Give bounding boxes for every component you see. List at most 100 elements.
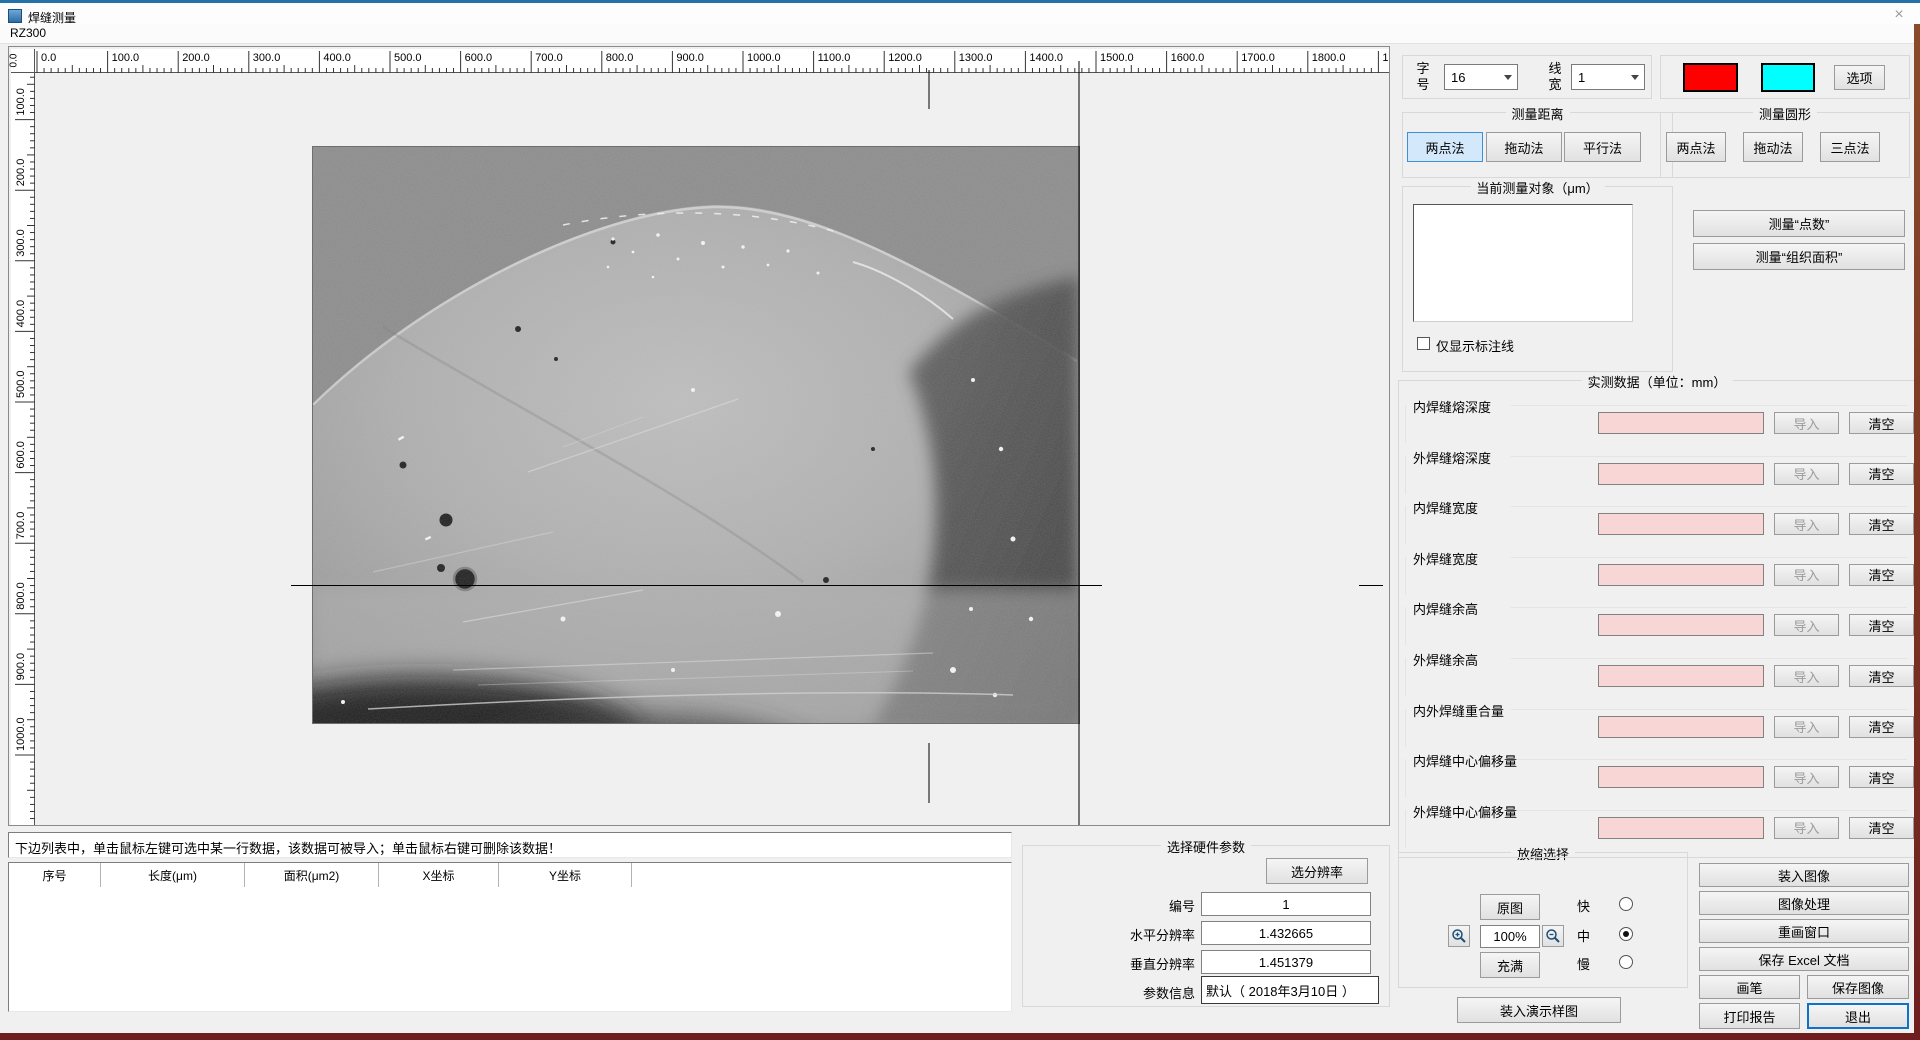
distance-two-point-button[interactable]: 两点法 [1407, 132, 1483, 162]
load-image-button[interactable]: 装入图像 [1699, 863, 1909, 887]
save-image-button[interactable]: 保存图像 [1807, 975, 1909, 999]
background-window-edge-bottom [0, 1033, 1920, 1040]
close-icon[interactable]: × [1886, 6, 1912, 24]
ruler-label: 200.0 [182, 52, 210, 64]
load-demo-button[interactable]: 装入演示样图 [1457, 997, 1621, 1023]
process-image-button[interactable]: 图像处理 [1699, 891, 1909, 915]
line-width-select[interactable]: 1 [1571, 64, 1645, 90]
line-width-value: 1 [1572, 70, 1626, 85]
distance-drag-button[interactable]: 拖动法 [1486, 132, 1562, 162]
import-button[interactable]: 导入 [1774, 766, 1839, 788]
hw-field-vres[interactable]: 1.451379 [1201, 950, 1371, 974]
import-button[interactable]: 导入 [1774, 513, 1839, 535]
ruler-label: 1000.0 [15, 717, 27, 751]
clear-button[interactable]: 清空 [1849, 564, 1914, 586]
measured-row-label: 外焊缝熔深度 [1413, 448, 1491, 467]
font-size-select[interactable]: 16 [1444, 64, 1518, 90]
circle-drag-button[interactable]: 拖动法 [1743, 132, 1803, 162]
hint-box: 下边列表中，单击鼠标左键可选中某一行数据，该数据可被导入；单击鼠标右键可删除该数… [8, 832, 1012, 858]
measured-row: 内焊缝余高导入清空 [1399, 599, 1915, 649]
clear-button[interactable]: 清空 [1849, 513, 1914, 535]
results-table-header: 序号长度(μm)面积(μm2)X坐标Y坐标 [9, 863, 1011, 887]
speed-label: 慢 [1577, 954, 1590, 973]
clear-button[interactable]: 清空 [1849, 766, 1914, 788]
import-button[interactable]: 导入 [1774, 817, 1839, 839]
column-header-3[interactable]: X坐标 [379, 863, 499, 887]
app-icon [8, 9, 22, 23]
options-button[interactable]: 选项 [1834, 65, 1885, 90]
measured-value-input[interactable] [1598, 412, 1764, 434]
measured-value-input[interactable] [1598, 564, 1764, 586]
hw-field-info[interactable]: 默认（ 2018年3月10日 ） [1201, 976, 1379, 1004]
distance-parallel-button[interactable]: 平行法 [1564, 132, 1641, 162]
hw-field-hres[interactable]: 1.432665 [1201, 921, 1371, 945]
import-button[interactable]: 导入 [1774, 716, 1839, 738]
secondary-color-swatch[interactable] [1761, 63, 1815, 92]
clear-button[interactable]: 清空 [1849, 665, 1914, 687]
hw-field-id[interactable]: 1 [1201, 892, 1371, 916]
circle-two-point-button[interactable]: 两点法 [1666, 132, 1726, 162]
fit-button[interactable]: 充满 [1480, 952, 1540, 978]
ruler-label: 1800.0 [1312, 52, 1346, 64]
chevron-down-icon [1499, 75, 1517, 80]
results-table[interactable]: 序号长度(μm)面积(μm2)X坐标Y坐标 [8, 862, 1012, 1012]
measured-row-label: 内焊缝宽度 [1413, 498, 1478, 517]
color-group: 选项 [1660, 55, 1910, 99]
weld-image[interactable] [313, 147, 1079, 723]
zoom-percent-field[interactable]: 100% [1480, 925, 1540, 948]
measured-value-input[interactable] [1598, 463, 1764, 485]
measured-row: 外焊缝熔深度导入清空 [1399, 448, 1915, 498]
ruler-label: 400.0 [323, 52, 351, 64]
save-excel-button[interactable]: 保存 Excel 文档 [1699, 947, 1909, 971]
measure-points-button[interactable]: 测量“点数” [1693, 210, 1905, 237]
import-button[interactable]: 导入 [1774, 412, 1839, 434]
measured-value-input[interactable] [1598, 817, 1764, 839]
column-header-1[interactable]: 长度(μm) [101, 863, 245, 887]
measure-area-button[interactable]: 测量“组织面积” [1693, 243, 1905, 270]
weld-image-graphic [313, 147, 1079, 723]
print-report-button[interactable]: 打印报告 [1699, 1003, 1800, 1029]
measured-value-input[interactable] [1598, 766, 1764, 788]
speed-radio[interactable] [1619, 955, 1633, 969]
measured-row: 内焊缝中心偏移量导入清空 [1399, 751, 1915, 801]
speed-radio[interactable] [1619, 927, 1633, 941]
clear-button[interactable]: 清空 [1849, 817, 1914, 839]
original-size-button[interactable]: 原图 [1480, 894, 1540, 920]
ruler-label: 200.0 [15, 159, 27, 187]
ruler-label: 1900.0 [1382, 52, 1389, 64]
clear-button[interactable]: 清空 [1849, 614, 1914, 636]
measured-value-input[interactable] [1598, 665, 1764, 687]
column-header-4[interactable]: Y坐标 [499, 863, 632, 887]
import-button[interactable]: 导入 [1774, 463, 1839, 485]
title-bar: 焊缝测量 × [0, 0, 1920, 24]
zoom-out-button[interactable] [1542, 925, 1564, 947]
measured-value-input[interactable] [1598, 716, 1764, 738]
exit-button[interactable]: 退出 [1807, 1003, 1909, 1029]
select-resolution-button[interactable]: 选分辨率 [1266, 858, 1368, 884]
import-button[interactable]: 导入 [1774, 614, 1839, 636]
measured-row: 内焊缝熔深度导入清空 [1399, 397, 1915, 447]
zoom-in-button[interactable] [1448, 925, 1470, 947]
current-object-listbox[interactable] [1413, 204, 1633, 322]
primary-color-swatch[interactable] [1683, 63, 1738, 92]
import-button[interactable]: 导入 [1774, 665, 1839, 687]
measured-row-label: 外焊缝余高 [1413, 650, 1478, 669]
current-object-group: 当前测量对象（μm） 仅显示标注线 [1402, 186, 1673, 372]
measured-value-input[interactable] [1598, 513, 1764, 535]
clear-button[interactable]: 清空 [1849, 463, 1914, 485]
ruler-label: 700.0 [15, 512, 27, 540]
column-header-0[interactable]: 序号 [9, 863, 101, 887]
column-header-2[interactable]: 面积(μm2) [245, 863, 379, 887]
clear-button[interactable]: 清空 [1849, 412, 1914, 434]
measurement-canvas[interactable]: 0.0 0.0100.0200.0300.0400.0500.0600.0700… [8, 46, 1390, 826]
measured-value-input[interactable] [1598, 614, 1764, 636]
measured-row: 内外焊缝重合量导入清空 [1399, 701, 1915, 751]
show-annotation-checkbox[interactable] [1417, 337, 1430, 350]
circle-three-point-button[interactable]: 三点法 [1820, 132, 1880, 162]
redraw-window-button[interactable]: 重画窗口 [1699, 919, 1909, 943]
import-button[interactable]: 导入 [1774, 564, 1839, 586]
speed-radio[interactable] [1619, 897, 1633, 911]
pen-button[interactable]: 画笔 [1699, 975, 1800, 999]
menu-item-rz300[interactable]: RZ300 [10, 26, 46, 40]
clear-button[interactable]: 清空 [1849, 716, 1914, 738]
